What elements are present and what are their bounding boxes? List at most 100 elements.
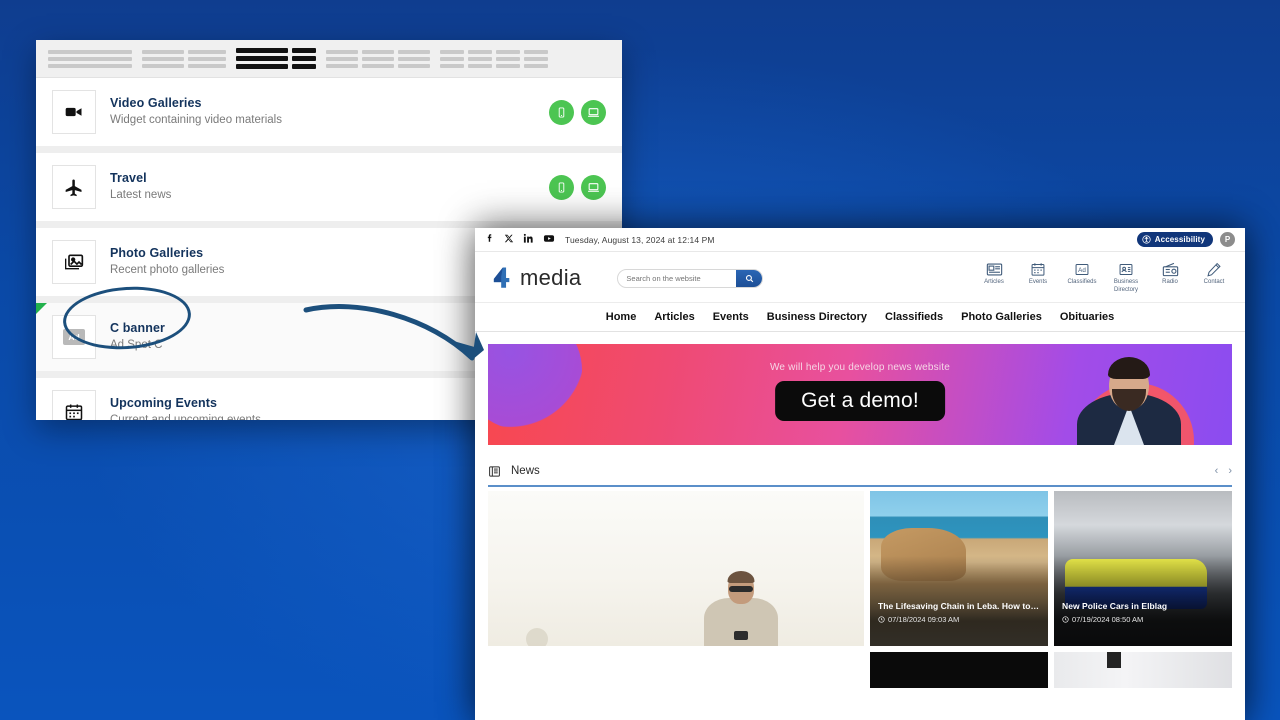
get-a-demo-button[interactable]: Get a demo! [775, 381, 945, 421]
quick-links: Articles Events Ad Classifieds Business … [977, 262, 1231, 294]
four-logo-icon [493, 267, 510, 288]
brand-name: media [520, 265, 582, 290]
newspaper-icon [986, 263, 1002, 276]
social-links [485, 231, 555, 249]
screenshot-stage: Video Galleries Widget containing video … [0, 0, 1280, 720]
ad-chip-icon: Ad [52, 315, 96, 359]
mobile-icon[interactable] [549, 174, 574, 200]
calendar-icon [52, 390, 96, 420]
nav-item-business-directory[interactable]: Business Directory [767, 311, 867, 323]
featured-foreground-object [525, 628, 548, 646]
news-featured-card[interactable] [488, 491, 864, 646]
photo-icon [52, 240, 96, 284]
radio-icon [1162, 262, 1178, 277]
search-box[interactable] [617, 268, 764, 288]
search-icon [745, 274, 754, 282]
widget-platform-badges [549, 174, 606, 200]
quicklink-label: Business Directory [1113, 279, 1139, 293]
quicklink-contact[interactable]: Contact [1197, 262, 1231, 287]
news-card-police-cars[interactable]: New Police Cars in Elblag 07/19/2024 08:… [1054, 491, 1232, 646]
admin-topbar-skeleton [36, 40, 622, 78]
quicklink-label: Radio [1162, 279, 1178, 285]
nav-item-articles[interactable]: Articles [654, 311, 694, 323]
nav-item-photo-galleries[interactable]: Photo Galleries [961, 311, 1042, 323]
news-card-date: 07/19/2024 08:50 AM [1062, 615, 1224, 624]
quicklink-label: Articles [984, 279, 1004, 285]
mobile-icon[interactable] [549, 99, 574, 125]
news-card-title: New Police Cars in Elblag [1062, 600, 1168, 611]
skeleton-group [142, 49, 226, 68]
news-card-date: 07/18/2024 09:03 AM [878, 615, 1040, 624]
airplane-icon [52, 165, 96, 209]
nav-item-obituaries[interactable]: Obituaries [1060, 311, 1114, 323]
ad-icon: Ad [1075, 264, 1089, 275]
facebook-icon[interactable] [485, 231, 495, 249]
carousel-next-icon[interactable]: › [1228, 465, 1232, 477]
news-row2-card-light[interactable] [1054, 652, 1232, 688]
news-icon [489, 465, 500, 477]
news-grid: The Lifesaving Chain in Leba. How to… 07… [488, 491, 1232, 646]
widget-subtitle: Latest news [110, 189, 172, 202]
nav-item-classifieds[interactable]: Classifieds [885, 311, 943, 323]
skeleton-group [48, 49, 132, 68]
accessibility-button[interactable]: Accessibility [1136, 232, 1213, 247]
news-card-date-text: 07/18/2024 09:03 AM [888, 615, 960, 624]
news-card-title: The Lifesaving Chain in Leba. How to… [878, 600, 1040, 611]
desktop-icon[interactable] [581, 174, 606, 200]
skeleton-group-active[interactable] [236, 48, 316, 69]
news-section-header: News ‹ › [488, 459, 1232, 487]
quicklink-label: Classifieds [1067, 279, 1097, 285]
site-header: media Articles Events Ad [475, 252, 1245, 302]
ad-label-icon: Ad [63, 329, 85, 345]
news-row2-card-dark[interactable] [870, 652, 1048, 688]
banner-tagline: We will help you develop news website [769, 362, 951, 373]
news-row2-spacer [488, 652, 864, 688]
ad-banner-c[interactable]: We will help you develop news website Ge… [488, 344, 1232, 445]
nav-item-home[interactable]: Home [606, 311, 637, 323]
quicklink-business-directory[interactable]: Business Directory [1109, 262, 1143, 294]
featured-person-photo [702, 571, 780, 646]
calendar-icon [1031, 263, 1045, 276]
skeleton-group [326, 49, 430, 68]
quicklink-label: Events [1028, 279, 1048, 285]
accessibility-icon [1142, 235, 1151, 244]
search-input[interactable] [618, 273, 737, 283]
brand-logo[interactable]: media [489, 265, 581, 291]
main-navigation: Home Articles Events Business Directory … [475, 302, 1245, 332]
news-card-date-text: 07/19/2024 08:50 AM [1072, 615, 1144, 624]
clock-icon [1062, 616, 1069, 623]
clock-icon [878, 616, 885, 623]
widget-title: Video Galleries [110, 96, 202, 111]
current-date-time: Tuesday, August 13, 2024 at 12:14 PM [565, 234, 715, 245]
youtube-icon[interactable] [543, 231, 555, 249]
linkedin-icon[interactable] [523, 231, 534, 249]
widget-subtitle: Widget containing video materials [110, 114, 282, 127]
widget-row-video-galleries[interactable]: Video Galleries Widget containing video … [36, 78, 622, 153]
banner-person-photo [1074, 344, 1184, 445]
quicklink-radio[interactable]: Radio [1153, 262, 1187, 287]
news-section-title: News [511, 465, 540, 477]
widget-title: Travel [110, 171, 147, 186]
widget-row-travel[interactable]: Travel Latest news [36, 153, 622, 228]
contact-card-icon [1119, 264, 1133, 275]
skeleton-group [440, 49, 548, 68]
svg-text:Ad: Ad [1078, 267, 1086, 274]
utility-right-group: Accessibility P [1136, 232, 1235, 247]
banner-blob-purple [488, 344, 582, 430]
search-button[interactable] [736, 269, 763, 287]
active-corner-flag-icon [36, 303, 47, 314]
quicklink-articles[interactable]: Articles [977, 262, 1011, 287]
x-twitter-icon[interactable] [504, 231, 514, 249]
news-second-row [488, 652, 1232, 688]
site-utility-bar: Tuesday, August 13, 2024 at 12:14 PM Acc… [475, 228, 1245, 252]
accessibility-label: Accessibility [1154, 235, 1205, 244]
quicklink-classifieds[interactable]: Ad Classifieds [1065, 262, 1099, 287]
widget-platform-badges [549, 99, 606, 125]
desktop-icon[interactable] [581, 99, 606, 125]
nav-item-events[interactable]: Events [713, 311, 749, 323]
carousel-prev-icon[interactable]: ‹ [1215, 465, 1219, 477]
quicklink-events[interactable]: Events [1021, 262, 1055, 287]
news-card-lifesaving-chain[interactable]: The Lifesaving Chain in Leba. How to… 07… [870, 491, 1048, 646]
quicklink-label: Contact [1203, 279, 1225, 285]
avatar[interactable]: P [1220, 232, 1235, 247]
